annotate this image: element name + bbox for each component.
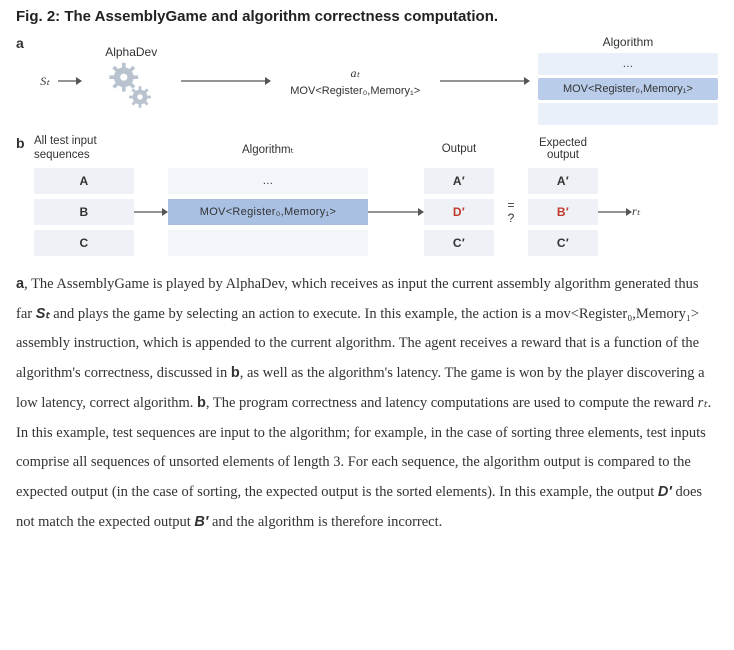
caption-st: Sₜ [36,306,50,322]
caption-text: , The program correctness and latency co… [206,395,698,411]
arrow-icon [181,76,271,86]
arrow-icon [598,207,632,217]
equals-sign: = [494,199,528,212]
algo-slot: … [538,53,718,75]
gears-icon [104,61,158,115]
caption-panel-ref-b: b [231,365,240,381]
caption-bprime: B′ [194,514,208,530]
action-a-t: aₜ [279,66,432,81]
caption-panel-ref-b: b [197,395,206,411]
caption-rt: rₜ [698,395,708,411]
input-box: C [34,230,134,256]
caption-text: and the algorithm is therefore incorrect… [208,514,442,530]
algo-row: … [168,168,368,194]
input-box: B [34,199,134,225]
expected-box-mismatch: B′ [528,199,598,225]
algo-row-highlight: MOV<Register₀,Memory₁> [168,199,368,225]
equals-question: = ? [494,199,528,225]
action-mov-text: MOV<Register₀,Memory₁> [279,85,432,97]
col-heading-output: Output [424,143,494,155]
output-box-mismatch: D′ [424,199,494,225]
action-column: aₜ MOV<Register₀,Memory₁> [279,66,432,97]
arrow-icon [440,76,530,86]
algo-slot-highlight: MOV<Register₀,Memory₁> [538,78,718,100]
figure-diagram: a Sₜ AlphaDev [16,35,718,256]
alphadev-column: AlphaDev [90,45,173,118]
output-box: C′ [424,230,494,256]
panel-a: a Sₜ AlphaDev [16,35,718,127]
state-s-t: Sₜ [40,74,50,89]
input-box: A [34,168,134,194]
arrow-icon [134,207,168,217]
col-heading-algorithm: Algorithmₜ [168,142,368,156]
reward-r-t: rₜ [632,204,652,219]
panel-b-label: b [16,135,34,151]
output-box: A′ [424,168,494,194]
algo-slot [538,103,718,125]
panel-b: b All test input sequences Algorithmₜ Ou… [16,135,718,256]
caption-panel-ref-a: a [16,276,24,292]
col-heading-expected: Expected output [528,137,598,161]
caption-dprime: D′ [658,484,672,500]
alphadev-heading: AlphaDev [90,45,173,59]
algorithm-column: Algorithm … MOV<Register₀,Memory₁> [538,35,718,128]
algo-row [168,230,368,256]
algorithm-heading: Algorithm [538,35,718,49]
expected-box: A′ [528,168,598,194]
col-heading-inputs: All test input sequences [34,135,134,163]
expected-box: C′ [528,230,598,256]
panel-a-label: a [16,35,32,51]
figure-caption: a, The AssemblyGame is played by AlphaDe… [16,270,718,537]
arrow-icon [368,207,424,217]
question-mark: ? [494,212,528,225]
arrow-icon [58,76,82,86]
figure-title: Fig. 2: The AssemblyGame and algorithm c… [16,8,718,25]
